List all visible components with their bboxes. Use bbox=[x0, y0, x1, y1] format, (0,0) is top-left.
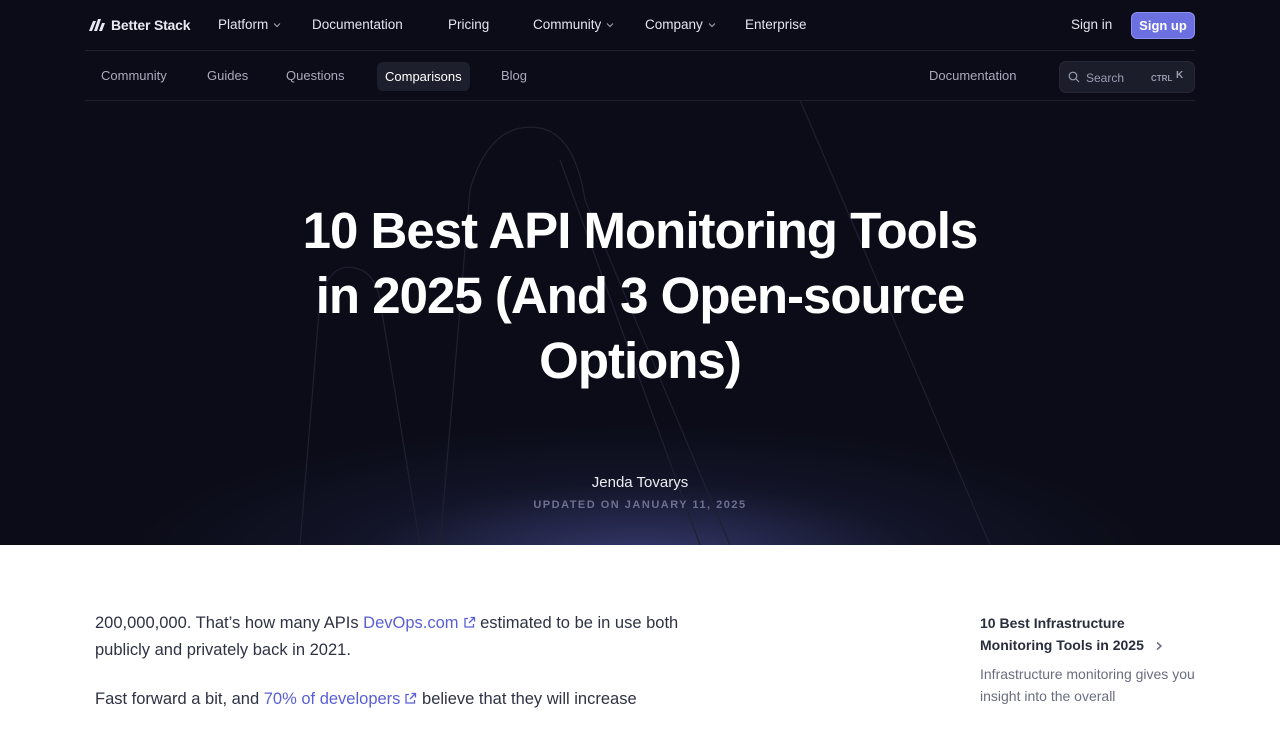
nav-documentation-label: Documentation bbox=[312, 17, 403, 32]
subnav-guides[interactable]: Guides bbox=[207, 68, 248, 83]
sign-in-link[interactable]: Sign in bbox=[1071, 17, 1112, 32]
nav-platform-label: Platform bbox=[218, 17, 269, 32]
paragraph-text: Fast forward a bit, and bbox=[95, 690, 264, 708]
related-article-title: 10 Best Infrastructure Monitoring Tools … bbox=[980, 612, 1195, 656]
nav-company-label: Company bbox=[645, 17, 703, 32]
chevron-right-icon bbox=[1156, 641, 1162, 651]
related-article-card[interactable]: 10 Best Infrastructure Monitoring Tools … bbox=[980, 612, 1195, 707]
updated-date: UPDATED ON JANUARY 11, 2025 bbox=[533, 499, 747, 511]
subnav-comparisons[interactable]: Comparisons bbox=[377, 62, 470, 91]
paragraph-text: believe that they will increase bbox=[417, 690, 637, 708]
subnav-documentation[interactable]: Documentation bbox=[929, 68, 1016, 83]
nav-community-label: Community bbox=[533, 17, 602, 32]
better-stack-logo[interactable]: Better Stack bbox=[88, 17, 191, 33]
chevron-down-icon bbox=[708, 22, 716, 27]
devops-link-label: DevOps.com bbox=[363, 614, 459, 632]
sign-up-button[interactable]: Sign up bbox=[1131, 12, 1195, 39]
nav-company[interactable]: Company bbox=[645, 17, 716, 32]
nav-enterprise[interactable]: Enterprise bbox=[745, 17, 807, 32]
external-link-icon bbox=[463, 616, 475, 628]
chevron-down-icon bbox=[606, 22, 614, 27]
subnav-questions[interactable]: Questions bbox=[286, 68, 345, 83]
subnav-community[interactable]: Community bbox=[101, 68, 167, 83]
chevron-down-icon bbox=[273, 22, 281, 27]
sub-navigation: Community Guides Questions Comparisons B… bbox=[85, 51, 1195, 101]
article-paragraph: Fast forward a bit, and 70% of developer… bbox=[95, 686, 715, 713]
nav-documentation[interactable]: Documentation bbox=[312, 17, 403, 32]
article-paragraph: 200,000,000. That’s how many APIs DevOps… bbox=[95, 610, 715, 664]
nav-enterprise-label: Enterprise bbox=[745, 17, 807, 32]
related-article-title-text: 10 Best Infrastructure Monitoring Tools … bbox=[980, 615, 1144, 653]
shortcut-ctrl: CTRL bbox=[1151, 74, 1173, 83]
nav-platform[interactable]: Platform bbox=[218, 17, 281, 32]
nav-pricing[interactable]: Pricing bbox=[448, 17, 489, 32]
search-box[interactable]: Search CTRL K bbox=[1059, 61, 1195, 93]
external-link-icon bbox=[405, 692, 417, 704]
nav-pricing-label: Pricing bbox=[448, 17, 490, 32]
page-title: 10 Best API Monitoring Tools in 2025 (An… bbox=[302, 202, 979, 389]
hero-section: Better Stack Platform Documentation Pric… bbox=[0, 0, 1280, 545]
logo-text: Better Stack bbox=[111, 17, 191, 33]
search-placeholder: Search bbox=[1086, 71, 1125, 85]
paragraph-text: 200,000,000. That’s how many APIs bbox=[95, 614, 364, 632]
nav-community[interactable]: Community bbox=[533, 17, 614, 32]
article-body: 200,000,000. That’s how many APIs DevOps… bbox=[95, 610, 715, 735]
top-navigation: Better Stack Platform Documentation Pric… bbox=[85, 0, 1195, 51]
author-name[interactable]: Jenda Tovarys bbox=[440, 474, 840, 491]
developers-stat-link-label: 70% of developers bbox=[263, 690, 401, 708]
devops-link[interactable]: DevOps.com bbox=[363, 614, 475, 632]
better-stack-logo-icon bbox=[89, 19, 105, 31]
shortcut-k: K bbox=[1176, 70, 1184, 81]
related-article-description: Infrastructure monitoring gives you insi… bbox=[980, 666, 1195, 704]
subnav-blog[interactable]: Blog bbox=[501, 68, 527, 83]
developers-stat-link[interactable]: 70% of developers bbox=[264, 690, 418, 708]
search-icon bbox=[1068, 71, 1080, 83]
